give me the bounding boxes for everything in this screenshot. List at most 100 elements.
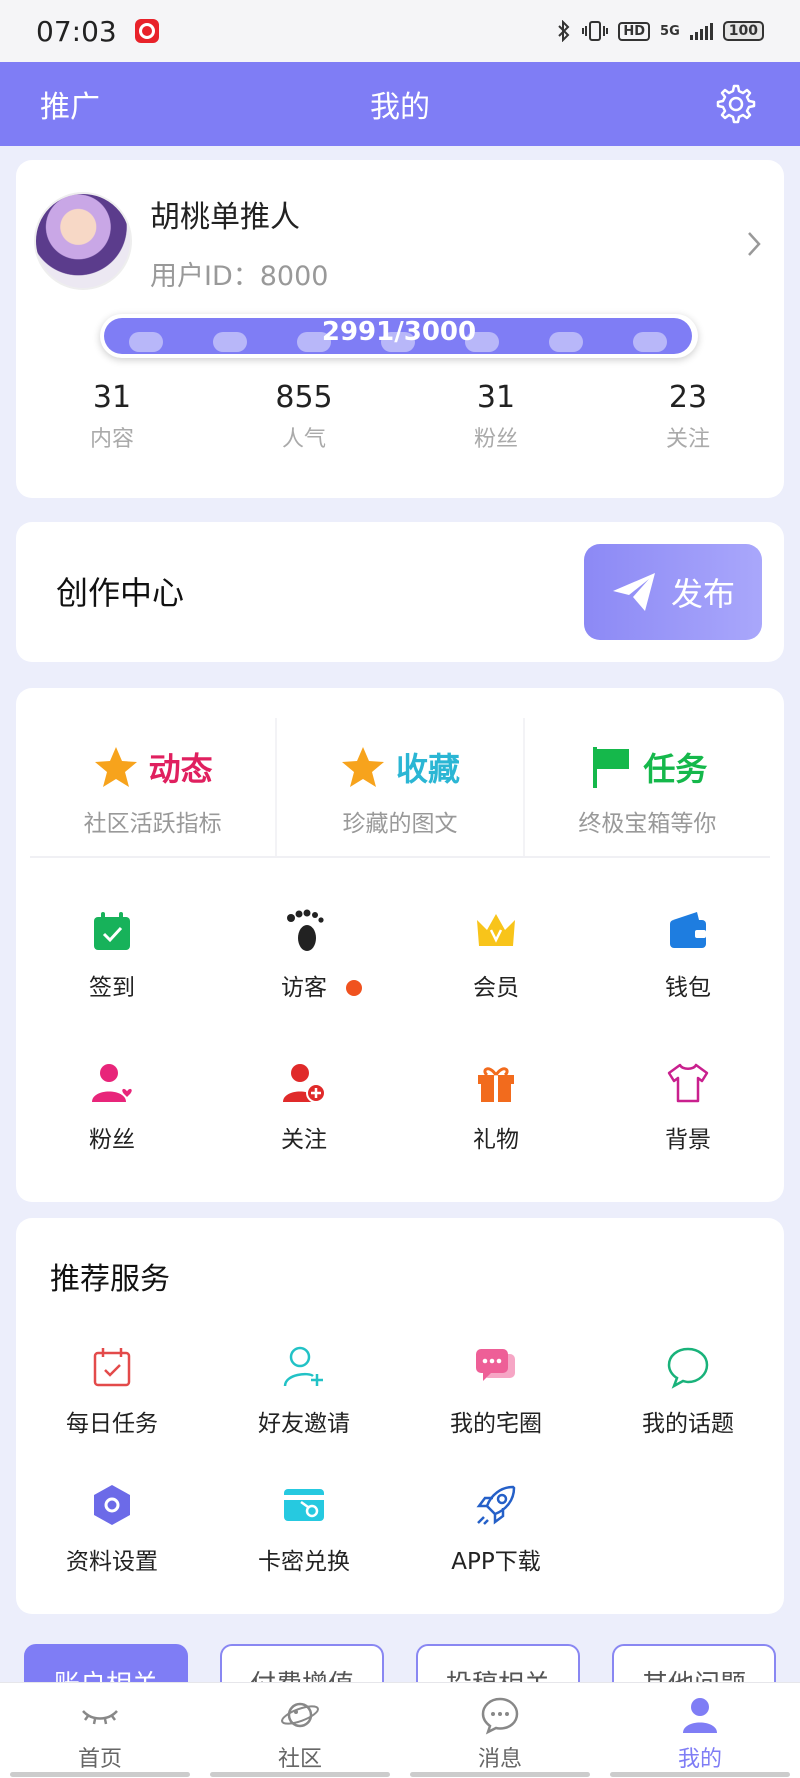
status-bar: 07:03 HD 5G 100 <box>0 0 800 62</box>
quick-item-label: 背景 <box>665 1127 711 1153</box>
feature-dynamics[interactable]: 动态 社区活跃指标 <box>30 718 278 856</box>
status-time: 07:03 <box>36 14 117 48</box>
service-label: 资料设置 <box>66 1549 158 1575</box>
quick-item-visitors[interactable]: 访客 <box>208 908 400 1002</box>
stat-label: 粉丝 <box>473 427 518 452</box>
stat-popularity[interactable]: 855 人气 <box>208 380 400 453</box>
vibrate-icon <box>582 21 609 41</box>
tab-label: 消息 <box>477 1747 522 1772</box>
rocket-icon <box>476 1485 516 1525</box>
feature-row: 动态 社区活跃指标 收藏 珍藏的图文 任务 终极宝箱等你 <box>30 718 770 858</box>
paper-plane-icon <box>612 573 655 611</box>
profile-card[interactable]: 胡桃单推人 用户ID：8000 2991/3000 31 内容 855 人气 31 粉… <box>16 160 784 498</box>
feature-title: 收藏 <box>395 750 460 788</box>
fans-icon <box>92 1064 134 1102</box>
service-app-download[interactable]: APP下载 <box>400 1482 592 1576</box>
service-card-redeem[interactable]: 卡密兑换 <box>208 1482 400 1576</box>
signal-icon <box>689 22 713 40</box>
publish-button[interactable]: 发布 <box>584 544 762 640</box>
top-header: 推广 我的 <box>0 62 800 146</box>
feature-subtitle: 终极宝箱等你 <box>578 811 717 837</box>
feature-subtitle: 社区活跃指标 <box>83 811 222 837</box>
quick-item-label: 关注 <box>281 1127 327 1153</box>
gear-icon[interactable] <box>712 82 756 126</box>
quick-grid: 签到 访客 会员 钱包 粉丝 关注 礼物 背景 <box>16 908 784 1154</box>
stat-value: 31 <box>92 380 132 415</box>
shirt-icon <box>667 1063 709 1103</box>
quick-item-gift[interactable]: 礼物 <box>400 1060 592 1154</box>
chat-bubbles-icon <box>476 1349 515 1381</box>
calendar-task-icon <box>93 1348 131 1387</box>
service-label: APP下载 <box>451 1549 541 1575</box>
notification-dot <box>346 980 362 996</box>
navigation-gesture-bar <box>0 1772 800 1778</box>
quick-item-background[interactable]: 背景 <box>592 1060 784 1154</box>
service-label: 卡密兑换 <box>258 1549 350 1575</box>
gift-icon <box>478 1067 514 1102</box>
quick-item-fans[interactable]: 粉丝 <box>16 1060 208 1154</box>
quick-item-label: 钱包 <box>665 975 711 1001</box>
creation-center-card: 创作中心 发布 <box>16 522 784 662</box>
battery-icon: 100 <box>722 21 764 41</box>
stat-following[interactable]: 23 关注 <box>592 380 784 453</box>
bluetooth-icon <box>558 20 570 42</box>
quick-item-label: 签到 <box>89 975 135 1001</box>
quick-item-follow[interactable]: 关注 <box>208 1060 400 1154</box>
profile-stats: 31 内容 855 人气 31 粉丝 23 关注 <box>16 380 784 453</box>
quick-item-label: 访客 <box>281 975 327 1001</box>
eye-closed-icon <box>82 1710 118 1725</box>
tab-label: 社区 <box>277 1747 322 1772</box>
tab-mine[interactable]: 我的 <box>600 1683 800 1778</box>
service-my-topics[interactable]: 我的话题 <box>592 1344 784 1438</box>
user-id: 用户ID：8000 <box>150 261 329 292</box>
feature-subtitle: 珍藏的图文 <box>342 811 458 837</box>
chevron-right-icon[interactable] <box>746 230 762 258</box>
flag-icon <box>593 747 630 788</box>
stat-content[interactable]: 31 内容 <box>16 380 208 453</box>
username: 胡桃单推人 <box>150 200 300 235</box>
service-grid: 每日任务 好友邀请 我的宅圈 我的话题 资料设置 卡密兑换 APP下载 <box>16 1344 784 1576</box>
feature-favorites[interactable]: 收藏 珍藏的图文 <box>277 718 525 856</box>
service-invite-friends[interactable]: 好友邀请 <box>208 1344 400 1438</box>
experience-bar: 2991/3000 <box>100 314 698 358</box>
stat-fans[interactable]: 31 粉丝 <box>400 380 592 453</box>
message-icon <box>481 1697 519 1735</box>
tab-community[interactable]: 社区 <box>200 1683 400 1778</box>
user-icon <box>683 1698 717 1733</box>
feature-tasks[interactable]: 任务 终极宝箱等你 <box>525 718 770 856</box>
card-icon <box>284 1489 324 1521</box>
quick-item-label: 礼物 <box>473 1127 519 1153</box>
tab-home[interactable]: 首页 <box>0 1683 200 1778</box>
tab-messages[interactable]: 消息 <box>400 1683 600 1778</box>
stat-label: 内容 <box>89 427 134 452</box>
quick-item-wallet[interactable]: 钱包 <box>592 908 784 1002</box>
status-icons: HD 5G 100 <box>556 20 764 42</box>
service-label: 我的宅圈 <box>450 1411 542 1437</box>
stat-value: 855 <box>275 380 333 415</box>
quick-item-checkin[interactable]: 签到 <box>16 908 208 1002</box>
hd-badge: HD <box>618 21 651 41</box>
music-app-icon <box>134 19 159 43</box>
quick-item-label: 会员 <box>473 975 519 1001</box>
chat-icon <box>667 1347 709 1389</box>
crown-icon <box>477 914 515 946</box>
service-my-circle[interactable]: 我的宅圈 <box>400 1344 592 1438</box>
tab-label: 首页 <box>77 1747 122 1772</box>
quick-item-label: 粉丝 <box>89 1127 135 1153</box>
publish-label: 发布 <box>670 576 735 612</box>
stat-value: 23 <box>668 380 708 415</box>
hexagon-settings-icon <box>94 1485 130 1525</box>
star-icon <box>341 747 384 787</box>
page-title: 我的 <box>370 90 430 125</box>
service-profile-settings[interactable]: 资料设置 <box>16 1482 208 1576</box>
bottom-tab-bar: 首页 社区 消息 我的 <box>0 1682 800 1778</box>
service-daily-task[interactable]: 每日任务 <box>16 1344 208 1438</box>
avatar[interactable] <box>34 192 132 290</box>
invite-friend-icon <box>283 1346 323 1387</box>
quick-item-vip[interactable]: 会员 <box>400 908 592 1002</box>
feature-title: 任务 <box>643 750 708 788</box>
experience-text: 2991/3000 <box>321 317 477 347</box>
star-icon <box>94 747 137 787</box>
add-user-icon <box>283 1064 326 1103</box>
recommended-services-card: 推荐服务 每日任务 好友邀请 我的宅圈 我的话题 资料设置 卡密兑换 APP下载 <box>16 1218 784 1614</box>
